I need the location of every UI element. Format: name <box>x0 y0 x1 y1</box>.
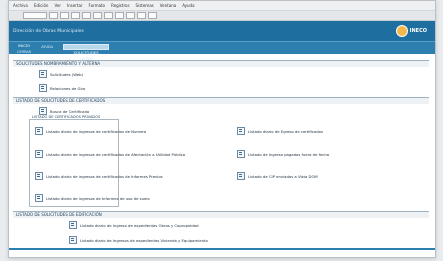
link-informes-uso-suelo[interactable]: Listado diario de ingresos de Informes d… <box>35 194 150 202</box>
document-icon <box>69 236 77 244</box>
menu-item-archivo[interactable]: Archivo <box>13 3 28 8</box>
toolbar-button-1[interactable] <box>49 12 58 19</box>
link-certificados-afectacion[interactable]: Listado diario de ingresos de certificad… <box>35 150 185 158</box>
document-icon <box>35 150 43 158</box>
app-window: Archivo Edición Ver Insertar Formato Reg… <box>8 0 436 258</box>
nav-ayuda[interactable]: AYUDA <box>41 42 53 49</box>
link-ingreso-fuera-fecha[interactable]: Listado de Ingreso pagados fuera de fech… <box>237 150 329 158</box>
document-icon <box>35 194 43 202</box>
page-title: Dirección de Obras Municipales <box>13 28 84 34</box>
toolbar-button-8[interactable] <box>126 12 135 19</box>
document-icon <box>35 127 43 135</box>
section-header-edificacion: LISTADO DE SOLICITUDES DE EDIFICACIÓN <box>13 211 429 218</box>
toolbar-dropdown[interactable] <box>23 12 47 19</box>
link-expedientes-obras[interactable]: Listado diario de Ingreso de expedientes… <box>69 221 199 229</box>
link-relaciones-giro[interactable]: Relaciones de Giro <box>39 84 85 92</box>
logo: INECO <box>395 25 427 37</box>
link-cip-enviados[interactable]: Listado de CIP enviados a Vista DOM <box>237 172 318 180</box>
menu-item-ver[interactable]: Ver <box>54 3 61 8</box>
document-icon <box>237 150 245 158</box>
toolbar <box>9 11 435 21</box>
toolbar-button-3[interactable] <box>71 12 80 19</box>
logo-text: INECO <box>409 28 427 34</box>
link-expedientes-vivienda[interactable]: Listado diario de Ingresos de expediente… <box>69 236 208 244</box>
toolbar-button-7[interactable] <box>115 12 124 19</box>
link-egreso-certificados[interactable]: Listado diario de Egreso de certificados <box>237 127 323 135</box>
menu-item-ayuda[interactable]: Ayuda <box>182 3 194 8</box>
document-icon <box>39 84 47 92</box>
page-header: Dirección de Obras Municipales INECO <box>9 21 435 41</box>
toolbar-button-4[interactable] <box>82 12 91 19</box>
toolbar-button-10[interactable] <box>148 12 157 19</box>
menu-item-sistemas[interactable]: Sistemas <box>136 3 154 8</box>
bottom-border <box>9 248 435 250</box>
nav-bar: INICIO CERRAR AYUDA SOLICITUDES LISTAS <box>9 41 435 61</box>
toolbar-button-6[interactable] <box>104 12 113 19</box>
toolbar-button-5[interactable] <box>93 12 102 19</box>
menu-item-ventana[interactable]: Ventana <box>160 3 176 8</box>
document-icon <box>237 127 245 135</box>
document-icon <box>35 172 43 180</box>
document-icon <box>39 107 47 115</box>
document-icon <box>39 70 47 78</box>
link-certificados-numero[interactable]: Listado diario de ingresos de certificad… <box>35 127 146 135</box>
logo-icon <box>395 25 408 37</box>
toolbar-button-9[interactable] <box>137 12 146 19</box>
document-icon <box>237 172 245 180</box>
menu-item-insertar[interactable]: Insertar <box>67 3 83 8</box>
section-header-solicitudes: SOLICITUDES NOMBRAMIENTO Y ALTERNA <box>13 60 429 67</box>
menu-bar: Archivo Edición Ver Insertar Formato Reg… <box>9 1 435 11</box>
toolbar-button-2[interactable] <box>60 12 69 19</box>
nav-inicio[interactable]: INICIO CERRAR <box>17 42 31 54</box>
link-busca-certificado[interactable]: Busca de Certificado <box>39 107 89 115</box>
content-area: SOLICITUDES NOMBRAMIENTO Y ALTERNA Solic… <box>9 54 435 250</box>
menu-item-registros[interactable]: Registros <box>111 3 129 8</box>
section-header-certificados: LISTADO DE SOLICITUDES DE CERTIFICADOS <box>13 97 429 104</box>
document-icon <box>69 221 77 229</box>
link-certificados-informes[interactable]: Listado diario de ingresos de certificad… <box>35 172 163 180</box>
link-solicitudes-web[interactable]: Solicitudes (Web) <box>39 70 83 78</box>
menu-item-formato[interactable]: Formato <box>89 3 106 8</box>
menu-item-edicion[interactable]: Edición <box>34 3 48 8</box>
